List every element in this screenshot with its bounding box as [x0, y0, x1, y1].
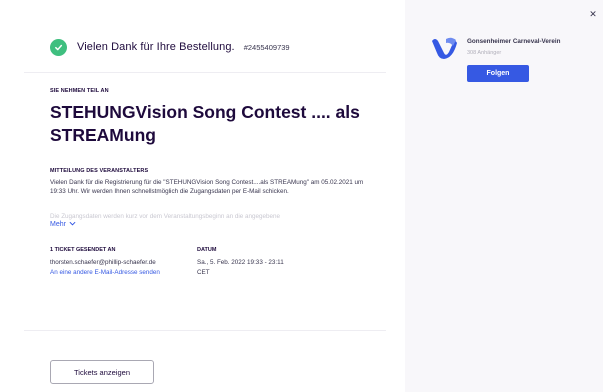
organizer-message-faded: Die Zugangsdaten werden kurz vor dem Ver…	[50, 213, 280, 220]
resend-email-link[interactable]: An eine andere E-Mail-Adresse senden	[50, 268, 170, 278]
divider	[24, 330, 386, 331]
date-label: DATUM	[197, 247, 217, 253]
event-date: Sa., 5. Feb. 2022 19:33 - 23:11 CET	[197, 259, 284, 276]
ticket-sent-label: 1 TICKET GESENDET AN	[50, 247, 116, 253]
organizer-logo	[429, 35, 459, 61]
chevron-down-icon	[69, 221, 76, 228]
more-link[interactable]: Mehr	[50, 221, 76, 228]
view-tickets-button[interactable]: Tickets anzeigen	[50, 360, 154, 384]
organizer-name[interactable]: Gonsenheimer Carneval-Verein	[467, 38, 560, 45]
organizer-message-label: MITTEILUNG DES VERANSTALTERS	[50, 168, 149, 174]
more-label: Mehr	[50, 221, 66, 228]
confirmation-panel: Vielen Dank für Ihre Bestellung. #245540…	[0, 0, 405, 392]
event-title: STEHUNGVision Song Contest .... als STRE…	[50, 102, 360, 145]
confirmation-message: Vielen Dank für Ihre Bestellung.	[77, 41, 235, 53]
order-number: #2455409739	[243, 42, 290, 52]
organizer-message-text: Vielen Dank für die Registrierung für di…	[50, 179, 364, 196]
attend-label: SIE NEHMEN TEIL AN	[50, 88, 109, 94]
ticket-email: thorsten.schaefer@phillip-schaefer.de	[50, 259, 156, 266]
organizer-sidebar: ✕ Gonsenheimer Carneval-Verein 308 Anhän…	[405, 0, 603, 392]
organizer-followers: 308 Anhänger	[467, 50, 502, 56]
close-icon[interactable]: ✕	[588, 9, 598, 19]
confirmation-header: Vielen Dank für Ihre Bestellung. #245540…	[50, 37, 290, 57]
order-confirmation-page: Vielen Dank für Ihre Bestellung. #245540…	[0, 0, 603, 392]
check-icon	[50, 38, 67, 56]
follow-button[interactable]: Folgen	[467, 65, 529, 82]
divider	[24, 72, 386, 73]
